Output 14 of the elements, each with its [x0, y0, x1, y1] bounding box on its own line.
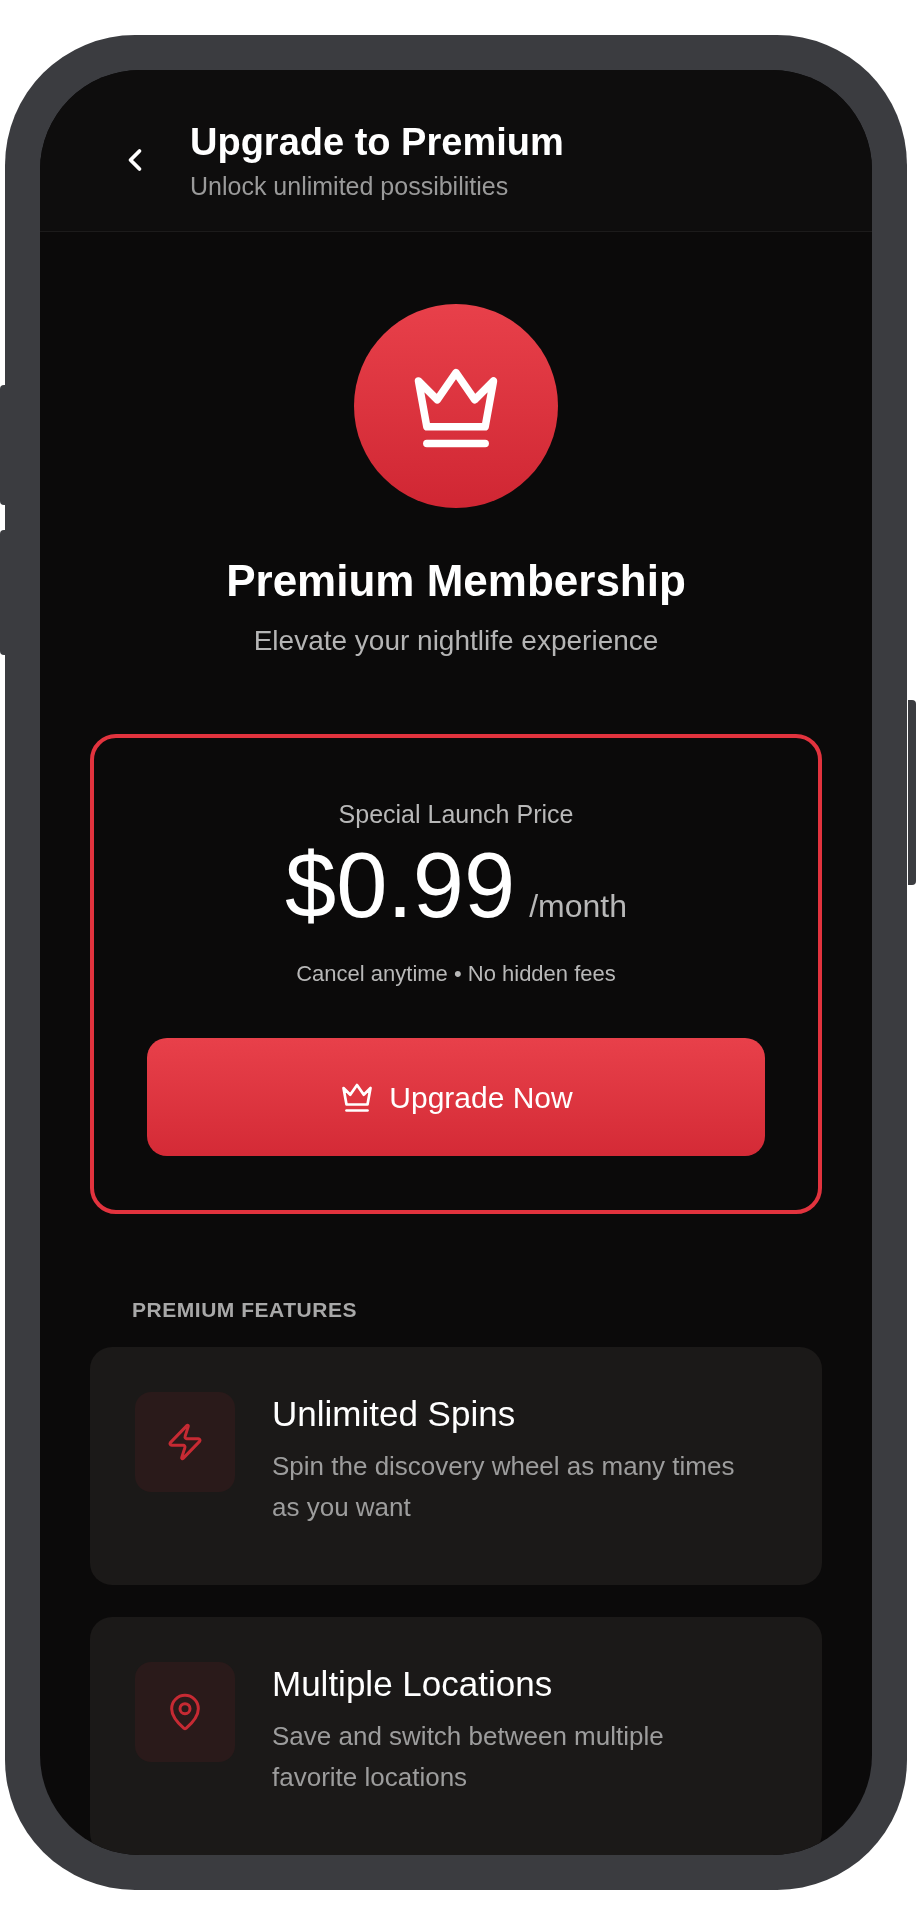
price-note: Cancel anytime • No hidden fees — [296, 960, 616, 989]
feature-description: Spin the discovery wheel as many times as you want — [272, 1449, 736, 1524]
page-subtitle: Unlock unlimited possibilities — [190, 170, 510, 202]
page-title: Upgrade to Premium — [190, 120, 564, 166]
price-amount: $0.99 — [284, 839, 516, 932]
price-label: Special Launch Price — [338, 798, 574, 830]
price-period: /month — [529, 887, 628, 927]
feature-title: Multiple Locations — [272, 1663, 554, 1705]
upgrade-button[interactable]: Upgrade Now — [147, 1038, 765, 1157]
section-heading: PREMIUM FEATURES — [132, 1296, 358, 1323]
feature-description: Save and switch between multiple favorite locations — [272, 1719, 665, 1794]
membership-subtitle: Elevate your nightlife experience — [253, 623, 659, 658]
feature-title: Unlimited Spins — [272, 1393, 517, 1435]
membership-title: Premium Membership — [226, 554, 686, 607]
